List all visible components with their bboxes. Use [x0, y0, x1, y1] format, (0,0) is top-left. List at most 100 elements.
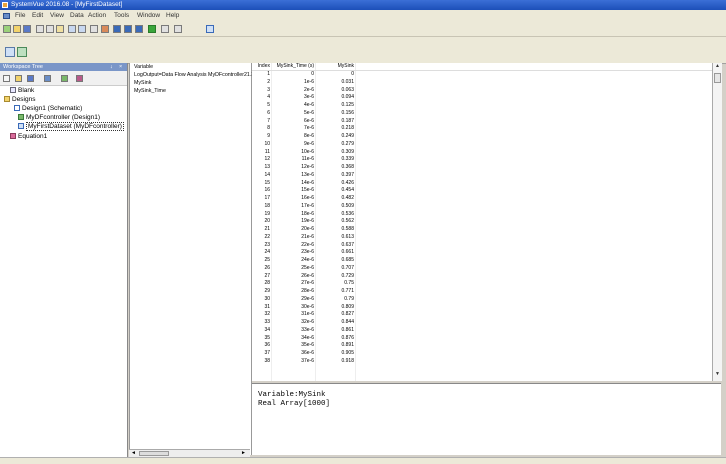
menu-action[interactable]: Action — [88, 10, 106, 22]
save-icon[interactable] — [23, 25, 31, 33]
table-row[interactable]: 15 14e-6 0.426 — [252, 180, 713, 188]
add-design-icon[interactable] — [44, 75, 51, 82]
table-row[interactable]: 16 15e-6 0.454 — [252, 187, 713, 195]
menu-data[interactable]: Data — [70, 10, 84, 22]
menu-help[interactable]: Help — [166, 10, 179, 22]
add-equation-icon[interactable] — [76, 75, 83, 82]
table-row[interactable]: 38 37e-6 0.918 — [252, 358, 713, 366]
window-layout-icon[interactable] — [5, 47, 15, 57]
table-row[interactable]: 36 35e-6 0.891 — [252, 342, 713, 350]
menu-file[interactable]: File — [15, 10, 25, 22]
tune-icon[interactable] — [161, 25, 169, 33]
add-data-icon[interactable] — [61, 75, 68, 82]
pin-icon[interactable]: ↓ — [110, 63, 113, 71]
redo-icon[interactable] — [78, 25, 86, 33]
table-row[interactable]: 25 24e-6 0.685 — [252, 257, 713, 265]
table-row[interactable]: 14 13e-6 0.397 — [252, 172, 713, 180]
vertical-scroll-thumb[interactable] — [714, 73, 721, 83]
table-row[interactable]: 4 3e-6 0.094 — [252, 94, 713, 102]
variable-mysink[interactable]: MySink — [134, 80, 151, 86]
new-item-icon[interactable] — [3, 75, 10, 82]
table-cell: 13e-6 — [301, 171, 314, 178]
horizontal-scroll-thumb[interactable] — [139, 451, 169, 456]
table-row[interactable]: 6 5e-6 0.156 — [252, 110, 713, 118]
save-item-icon[interactable] — [27, 75, 34, 82]
tree-item-equation1[interactable]: Equation1 — [10, 133, 47, 141]
run-icon[interactable] — [148, 25, 156, 33]
table-row[interactable]: 17 16e-6 0.482 — [252, 195, 713, 203]
table-row[interactable]: 33 32e-6 0.844 — [252, 319, 713, 327]
table-view-icon[interactable] — [124, 25, 132, 33]
table-cell: 0.454 — [341, 187, 354, 194]
menu-tools[interactable]: Tools — [114, 10, 129, 22]
open-icon[interactable] — [13, 25, 21, 33]
table-row[interactable]: 8 7e-6 0.218 — [252, 125, 713, 133]
table-row[interactable]: 21 20e-6 0.588 — [252, 226, 713, 234]
grid-vertical-scrollbar[interactable]: ▲ ▼ — [712, 63, 722, 381]
new-icon[interactable] — [3, 25, 11, 33]
scroll-right-icon[interactable]: ► — [241, 450, 246, 456]
print-icon[interactable] — [90, 25, 98, 33]
table-row[interactable]: 28 27e-6 0.75 — [252, 280, 713, 288]
close-icon[interactable]: × — [119, 63, 122, 71]
table-row[interactable]: 35 34e-6 0.876 — [252, 335, 713, 343]
system-menu-icon[interactable] — [3, 13, 10, 19]
column-header-time[interactable]: MySink_Time (s) — [272, 63, 314, 70]
table-cell: 15 — [264, 179, 270, 186]
table-row[interactable]: 7 6e-6 0.187 — [252, 118, 713, 126]
menu-view[interactable]: View — [50, 10, 64, 22]
tree-item-blank[interactable]: Blank — [10, 87, 34, 95]
table-row[interactable]: 1 0 0 — [252, 71, 713, 79]
table-row[interactable]: 29 28e-6 0.771 — [252, 288, 713, 296]
table-cell: 0.809 — [341, 303, 354, 310]
table-row[interactable]: 31 30e-6 0.809 — [252, 304, 713, 312]
tree-item-myfirstdataset[interactable]: MyFirstDataset (MyDFcontroller) — [18, 122, 124, 131]
table-row[interactable]: 5 4e-6 0.125 — [252, 102, 713, 110]
table-row[interactable]: 2 1e-6 0.031 — [252, 79, 713, 87]
table-row[interactable]: 24 23e-6 0.661 — [252, 249, 713, 257]
table-row[interactable]: 22 21e-6 0.613 — [252, 234, 713, 242]
tree-item-design1[interactable]: Design1 (Schematic) — [14, 105, 82, 113]
help-icon[interactable] — [206, 25, 214, 33]
variable-logoutput[interactable]: LogOutput=Data Flow Analysis MyDFcontrol… — [134, 72, 257, 78]
table-row[interactable]: 10 9e-6 0.279 — [252, 141, 713, 149]
table-row[interactable]: 20 19e-6 0.562 — [252, 218, 713, 226]
chart-window-icon[interactable] — [17, 47, 27, 57]
tree-item-designs[interactable]: Designs — [4, 96, 35, 104]
table-row[interactable]: 32 31e-6 0.827 — [252, 311, 713, 319]
table-row[interactable]: 18 17e-6 0.509 — [252, 203, 713, 211]
paste-icon[interactable] — [56, 25, 64, 33]
scroll-down-icon[interactable]: ▼ — [714, 371, 721, 378]
cut-icon[interactable] — [36, 25, 44, 33]
tree-item-mydfcontroller[interactable]: MyDFcontroller (Design1) — [18, 114, 100, 122]
table-row[interactable]: 37 36e-6 0.905 — [252, 350, 713, 358]
table-row[interactable]: 34 33e-6 0.861 — [252, 327, 713, 335]
folder-icon[interactable] — [15, 75, 22, 82]
copy-icon[interactable] — [46, 25, 54, 33]
table-row[interactable]: 23 22e-6 0.637 — [252, 242, 713, 250]
scroll-up-icon[interactable]: ▲ — [714, 63, 721, 70]
table-row[interactable]: 3 2e-6 0.063 — [252, 87, 713, 95]
undo-icon[interactable] — [68, 25, 76, 33]
table-row[interactable]: 11 10e-6 0.309 — [252, 149, 713, 157]
table-row[interactable]: 12 11e-6 0.339 — [252, 156, 713, 164]
table-cell: 4e-6 — [303, 102, 314, 108]
layout-icon[interactable] — [135, 25, 143, 33]
column-header-mysink[interactable]: MySink — [316, 63, 354, 70]
menu-window[interactable]: Window — [137, 10, 160, 22]
table-cell: 0.75 — [344, 280, 354, 287]
table-row[interactable]: 19 18e-6 0.536 — [252, 211, 713, 219]
menu-edit[interactable]: Edit — [32, 10, 43, 22]
options-icon[interactable] — [174, 25, 182, 33]
table-row[interactable]: 13 12e-6 0.368 — [252, 164, 713, 172]
variable-mysink-time[interactable]: MySink_Time — [134, 88, 166, 94]
grid-view-icon[interactable] — [113, 25, 121, 33]
table-row[interactable]: 27 26e-6 0.729 — [252, 273, 713, 281]
table-row[interactable]: 26 25e-6 0.707 — [252, 265, 713, 273]
column-header-index[interactable]: Index — [254, 63, 270, 70]
table-row[interactable]: 30 29e-6 0.79 — [252, 296, 713, 304]
table-row[interactable]: 9 8e-6 0.249 — [252, 133, 713, 141]
scroll-left-icon[interactable]: ◄ — [131, 450, 136, 456]
design-icon[interactable] — [101, 25, 109, 33]
table-cell: 29 — [264, 288, 270, 294]
